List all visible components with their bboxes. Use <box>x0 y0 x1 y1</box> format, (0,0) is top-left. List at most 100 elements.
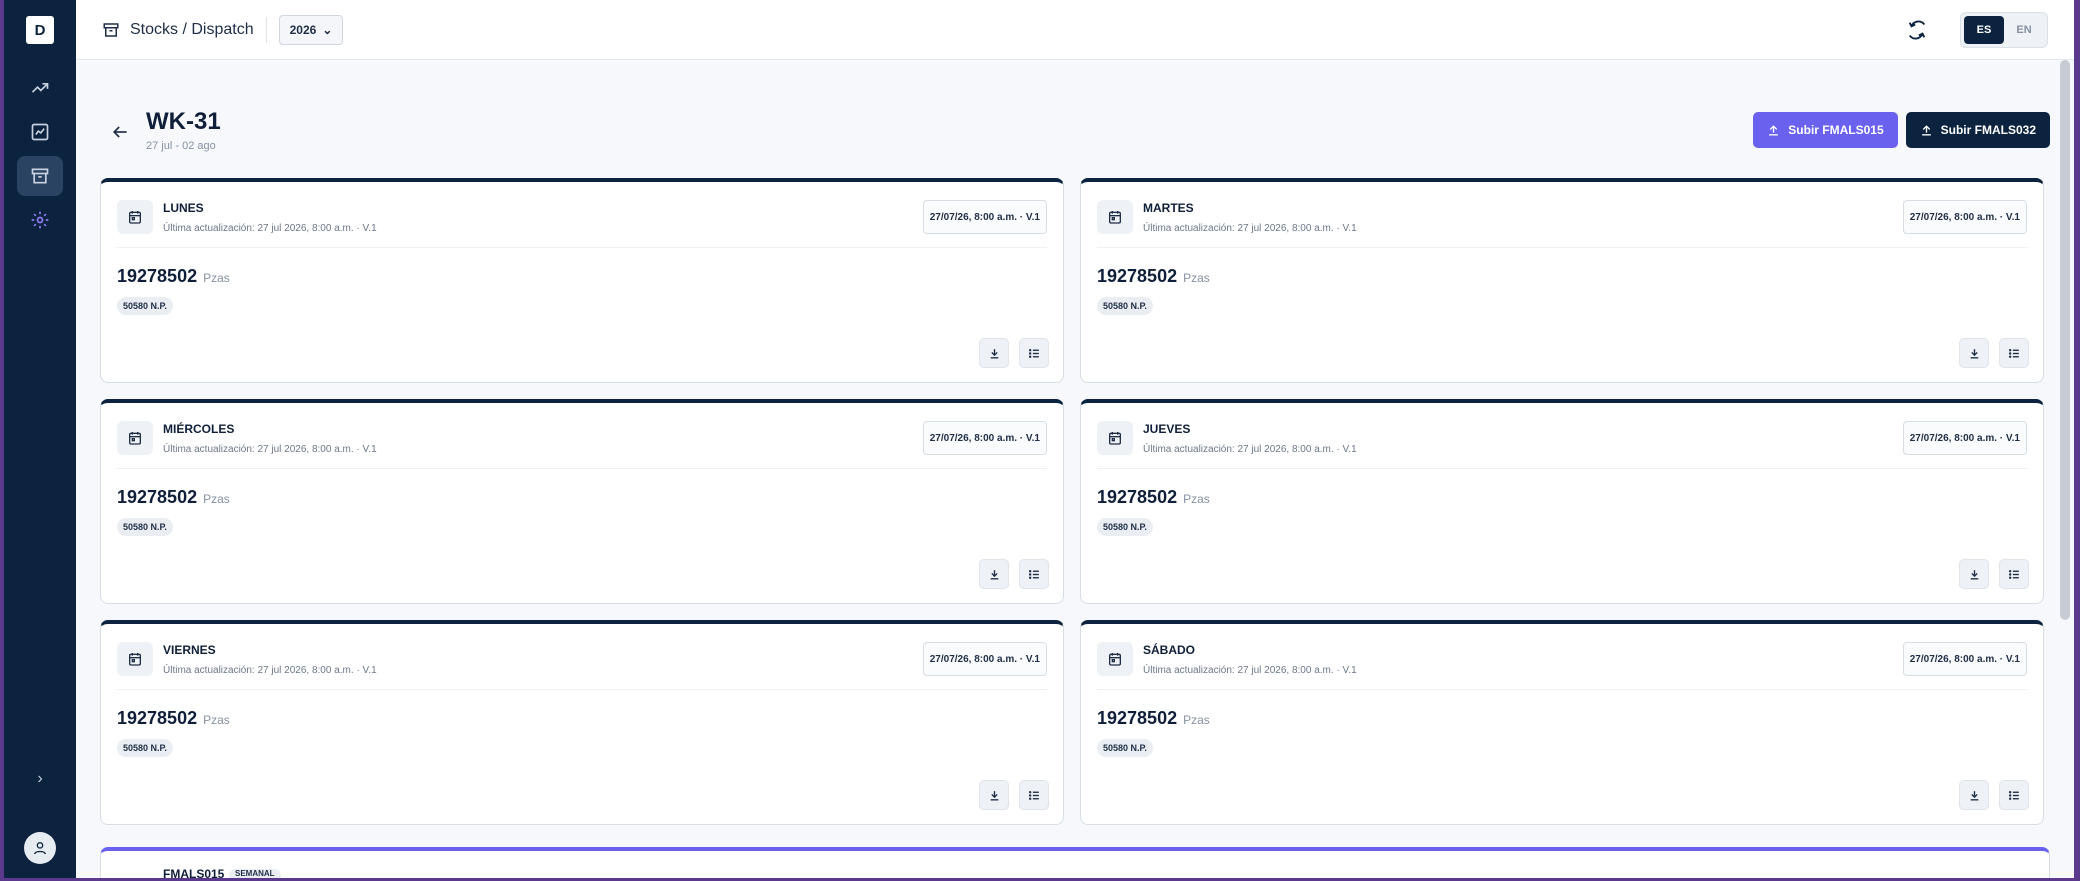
card-header: LUNES Última actualización: 27 jul 2026,… <box>117 200 1047 234</box>
weekly-tag: SEMANAL <box>229 869 281 878</box>
lang-es-button[interactable]: ES <box>1964 15 2004 44</box>
download-icon <box>1970 348 1978 359</box>
card-header: SÁBADO Última actualización: 27 jul 2026… <box>1097 642 2027 676</box>
chevron-right-icon[interactable]: › <box>37 770 42 788</box>
quantity-value: 19278502 <box>1097 708 1178 728</box>
quantity: 19278502 Pzas <box>1097 266 1210 287</box>
refresh-icon[interactable] <box>1906 19 1928 41</box>
np-badge: 50580 N.P. <box>117 297 173 315</box>
sidebar-item-analytics[interactable] <box>17 68 63 108</box>
list-icon <box>2008 348 2019 358</box>
np-badge: 50580 N.P. <box>1097 518 1153 536</box>
list-icon <box>1028 348 1039 358</box>
list-button[interactable] <box>1019 780 1049 810</box>
day-info: VIERNES Última actualización: 27 jul 202… <box>163 643 377 676</box>
day-card: MARTES Última actualización: 27 jul 2026… <box>1080 178 2044 383</box>
weekly-card: FMALS015 SEMANAL <box>100 847 2050 878</box>
day-name: SÁBADO <box>1143 642 1196 657</box>
quantity: 19278502 Pzas <box>1097 487 1210 508</box>
settings-gear-icon <box>31 211 49 229</box>
breadcrumb-text: Stocks / Dispatch <box>130 20 254 38</box>
list-button[interactable] <box>1019 338 1049 368</box>
download-button[interactable] <box>979 780 1009 810</box>
card-header: VIERNES Última actualización: 27 jul 202… <box>117 642 1047 676</box>
lang-en-button[interactable]: EN <box>2004 16 2044 44</box>
last-update: Última actualización: 27 jul 2026, 8:00 … <box>163 664 377 676</box>
download-icon <box>1970 569 1978 580</box>
last-update: Última actualización: 27 jul 2026, 8:00 … <box>163 443 377 455</box>
version-select[interactable]: 27/07/26, 8:00 a.m. · V.1 <box>922 642 1047 676</box>
calendar-icon <box>117 421 153 455</box>
year-select[interactable]: 2026 ⌄ <box>278 14 344 45</box>
np-badge: 50580 N.P. <box>117 518 173 536</box>
list-button[interactable] <box>1999 338 2029 368</box>
day-info: JUEVES Última actualización: 27 jul 2026… <box>1143 422 1357 455</box>
download-button[interactable] <box>1959 780 1989 810</box>
version-select[interactable]: 27/07/26, 8:00 a.m. · V.1 <box>1902 642 2027 676</box>
download-button[interactable] <box>979 338 1009 368</box>
archive-box-icon <box>31 168 49 184</box>
download-icon <box>990 569 998 580</box>
calendar-icon <box>117 200 153 234</box>
card-header: MIÉRCOLES Última actualización: 27 jul 2… <box>117 421 1047 455</box>
version-select[interactable]: 27/07/26, 8:00 a.m. · V.1 <box>922 200 1047 234</box>
day-info: LUNES Última actualización: 27 jul 2026,… <box>163 201 377 234</box>
list-button[interactable] <box>1019 559 1049 589</box>
card-divider <box>1097 468 2027 469</box>
day-info: SÁBADO Última actualización: 27 jul 2026… <box>1143 643 1357 676</box>
list-button[interactable] <box>1999 559 2029 589</box>
quantity-value: 19278502 <box>1097 266 1178 286</box>
card-actions <box>1959 780 2029 810</box>
archive-box-icon <box>103 22 119 37</box>
card-actions <box>979 780 1049 810</box>
page-title: WK-31 <box>146 108 221 135</box>
sidebar-item-reports[interactable] <box>17 112 63 152</box>
np-badge: 50580 N.P. <box>117 739 173 757</box>
card-actions <box>1959 559 2029 589</box>
main-content: WK-31 27 jul - 02 ago Subir FMALS015 Sub… <box>100 60 2050 878</box>
download-button[interactable] <box>1959 559 1989 589</box>
avatar[interactable] <box>24 832 56 864</box>
top-bar: Stocks / Dispatch 2026 ⌄ ES EN <box>76 0 2074 60</box>
day-card: JUEVES Última actualización: 27 jul 2026… <box>1080 399 2044 604</box>
trend-chart-icon <box>31 83 49 93</box>
day-name: VIERNES <box>163 642 216 657</box>
last-update: Última actualización: 27 jul 2026, 8:00 … <box>163 222 377 234</box>
version-select[interactable]: 27/07/26, 8:00 a.m. · V.1 <box>922 421 1047 455</box>
last-update: Última actualización: 27 jul 2026, 8:00 … <box>1143 222 1357 234</box>
divider <box>265 16 267 43</box>
header-actions: ES EN <box>1906 11 2048 48</box>
list-button[interactable] <box>1999 780 2029 810</box>
day-name: LUNES <box>163 200 204 215</box>
quantity: 19278502 Pzas <box>117 266 230 287</box>
np-badge: 50580 N.P. <box>1097 297 1153 315</box>
card-divider <box>117 247 1047 248</box>
download-button[interactable] <box>1959 338 1989 368</box>
quantity: 19278502 Pzas <box>117 708 230 729</box>
upload-icon <box>1921 124 1931 136</box>
card-actions <box>979 559 1049 589</box>
upload-fmals032-button[interactable]: Subir FMALS032 <box>1905 112 2050 148</box>
back-arrow-icon[interactable] <box>110 122 130 142</box>
quantity-value: 19278502 <box>117 487 198 507</box>
upload-actions: Subir FMALS015 Subir FMALS032 <box>1753 112 2050 148</box>
card-divider <box>117 468 1047 469</box>
calendar-icon <box>1097 421 1133 455</box>
card-header: MARTES Última actualización: 27 jul 2026… <box>1097 200 2027 234</box>
sidebar-item-settings[interactable] <box>17 200 63 240</box>
upload-fmals032-label: Subir FMALS032 <box>1940 123 2036 137</box>
calendar-icon <box>1097 642 1133 676</box>
sidebar-bottom: › <box>24 770 56 864</box>
version-select[interactable]: 27/07/26, 8:00 a.m. · V.1 <box>1902 421 2027 455</box>
last-update: Última actualización: 27 jul 2026, 8:00 … <box>1143 664 1357 676</box>
card-divider <box>1097 689 2027 690</box>
card-actions <box>979 338 1049 368</box>
version-select[interactable]: 27/07/26, 8:00 a.m. · V.1 <box>1902 200 2027 234</box>
quantity-unit: Pzas <box>203 713 230 727</box>
card-divider <box>117 689 1047 690</box>
app-logo[interactable]: D <box>26 16 54 44</box>
download-button[interactable] <box>979 559 1009 589</box>
upload-fmals015-button[interactable]: Subir FMALS015 <box>1753 112 1898 148</box>
scrollbar[interactable] <box>2060 60 2070 620</box>
sidebar-item-stocks[interactable] <box>17 156 63 196</box>
